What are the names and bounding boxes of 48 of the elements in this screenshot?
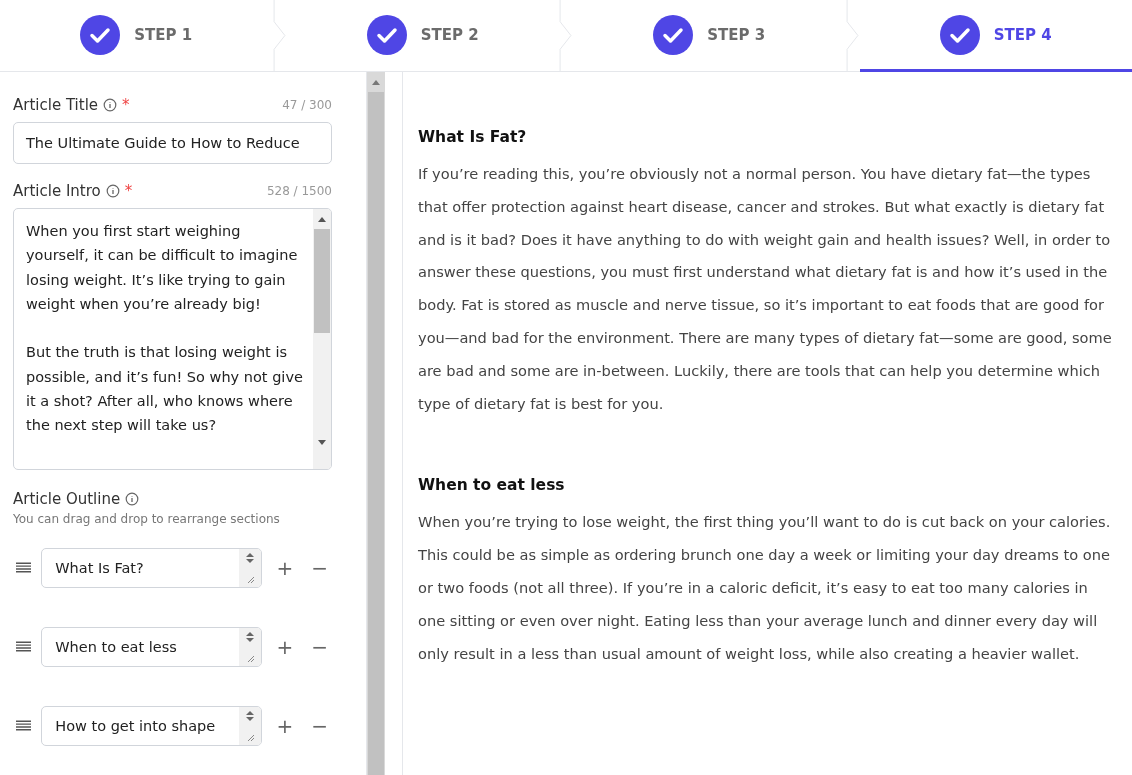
spinner-icon[interactable] [244,552,257,564]
drag-handle-icon[interactable] [16,562,32,574]
character-count: 47 / 300 [282,98,332,112]
info-icon[interactable] [125,492,140,506]
required-mark: * [124,182,133,200]
remove-section-button[interactable]: − [307,635,332,659]
scroll-down-icon[interactable] [317,439,327,447]
spinner-icon[interactable] [244,710,257,722]
hint-text: You can drag and drop to rearrange sections [13,512,281,526]
scroll-up-icon[interactable] [317,215,327,223]
section-input-field[interactable]: When to eat less [41,627,263,667]
resize-grip-icon[interactable] [245,653,256,663]
scrollbar[interactable] [313,209,331,469]
add-section-button[interactable]: + [272,714,298,738]
drag-handle-icon[interactable] [16,641,32,653]
field-label: Article Outline [13,490,121,508]
section-paragraph: If you’re reading this, you’re obviously not a normal person. You have dietary fat—the types that offer protection against heart disease, cancer and strokes. But what exactly is dietary fat and is it bad? Does it have anything to do with weight gain and health issues? Well, in order to answer these questions, you must first understand what dietary fat is and how it’s used in the body. Fat is stored as muscle and nerve tissue, so it’s important to eat foods that are good for you—and bad for the environment. There are many types of dietary fat—some are good, some are bad and some are in-between. Luckily, there are tools that can help you determine which type of dietary fat is best for you. [418,164,1113,414]
section-heading: What Is Fat? [418,128,528,146]
check-icon [80,14,121,55]
remove-section-button[interactable]: − [307,714,332,738]
spinner-icon[interactable] [244,631,257,643]
resize-grip-icon[interactable] [245,574,256,584]
step-tab[interactable]: STEP 3 [573,0,846,72]
add-section-button[interactable]: + [272,635,298,659]
step-tab[interactable]: STEP 4 [859,0,1132,72]
section-heading: When to eat less [418,476,566,495]
intro-text-area[interactable]: When you first start weighing yourself, it can be difficult to imagine losing weight. It’s like trying to gain weight when you’re already big! But the truth is that losing weight is possible, and it’s fun! So why not give it a shot? After all, who knows where the next step will take us? [13,208,332,470]
section-input-field[interactable]: What Is Fat? [41,548,263,588]
section-paragraph: When you’re trying to lose weight, the first thing you’ll want to do is cut back on your calories. This could be as simple as ordering brunch one day a week or limiting your day dreams to one or two foods (not all three). If you’re in a caloric deficit, it’s easy to eat too many calories in one sitting or even over night. Eating less than your average lunch and dinner every day will only result in a less than usual amount of weight loss, while also creating a heavier wallet. [418,512,1112,664]
info-icon[interactable] [105,184,120,198]
drag-handle-icon[interactable] [16,720,32,732]
scroll-up-icon[interactable] [371,78,381,86]
field-label: Article Title [13,96,99,114]
info-icon[interactable] [103,98,118,112]
title-input-field[interactable]: The Ultimate Guide to How to Reduce [13,122,332,164]
required-mark: * [122,96,130,114]
section-input-field[interactable]: How to get into shape [41,706,263,746]
step-tab[interactable]: STEP 1 [0,0,273,72]
remove-section-button[interactable]: − [307,556,332,580]
check-icon [366,14,407,55]
check-icon [939,14,980,55]
field-label: Article Intro [13,182,101,200]
resize-grip-icon[interactable] [245,732,256,742]
step-tab[interactable]: STEP 2 [286,0,559,72]
check-icon [653,14,694,55]
scrollbar-thumb[interactable] [314,229,330,333]
character-count: 528 / 1500 [266,184,332,198]
add-section-button[interactable]: + [272,556,298,580]
